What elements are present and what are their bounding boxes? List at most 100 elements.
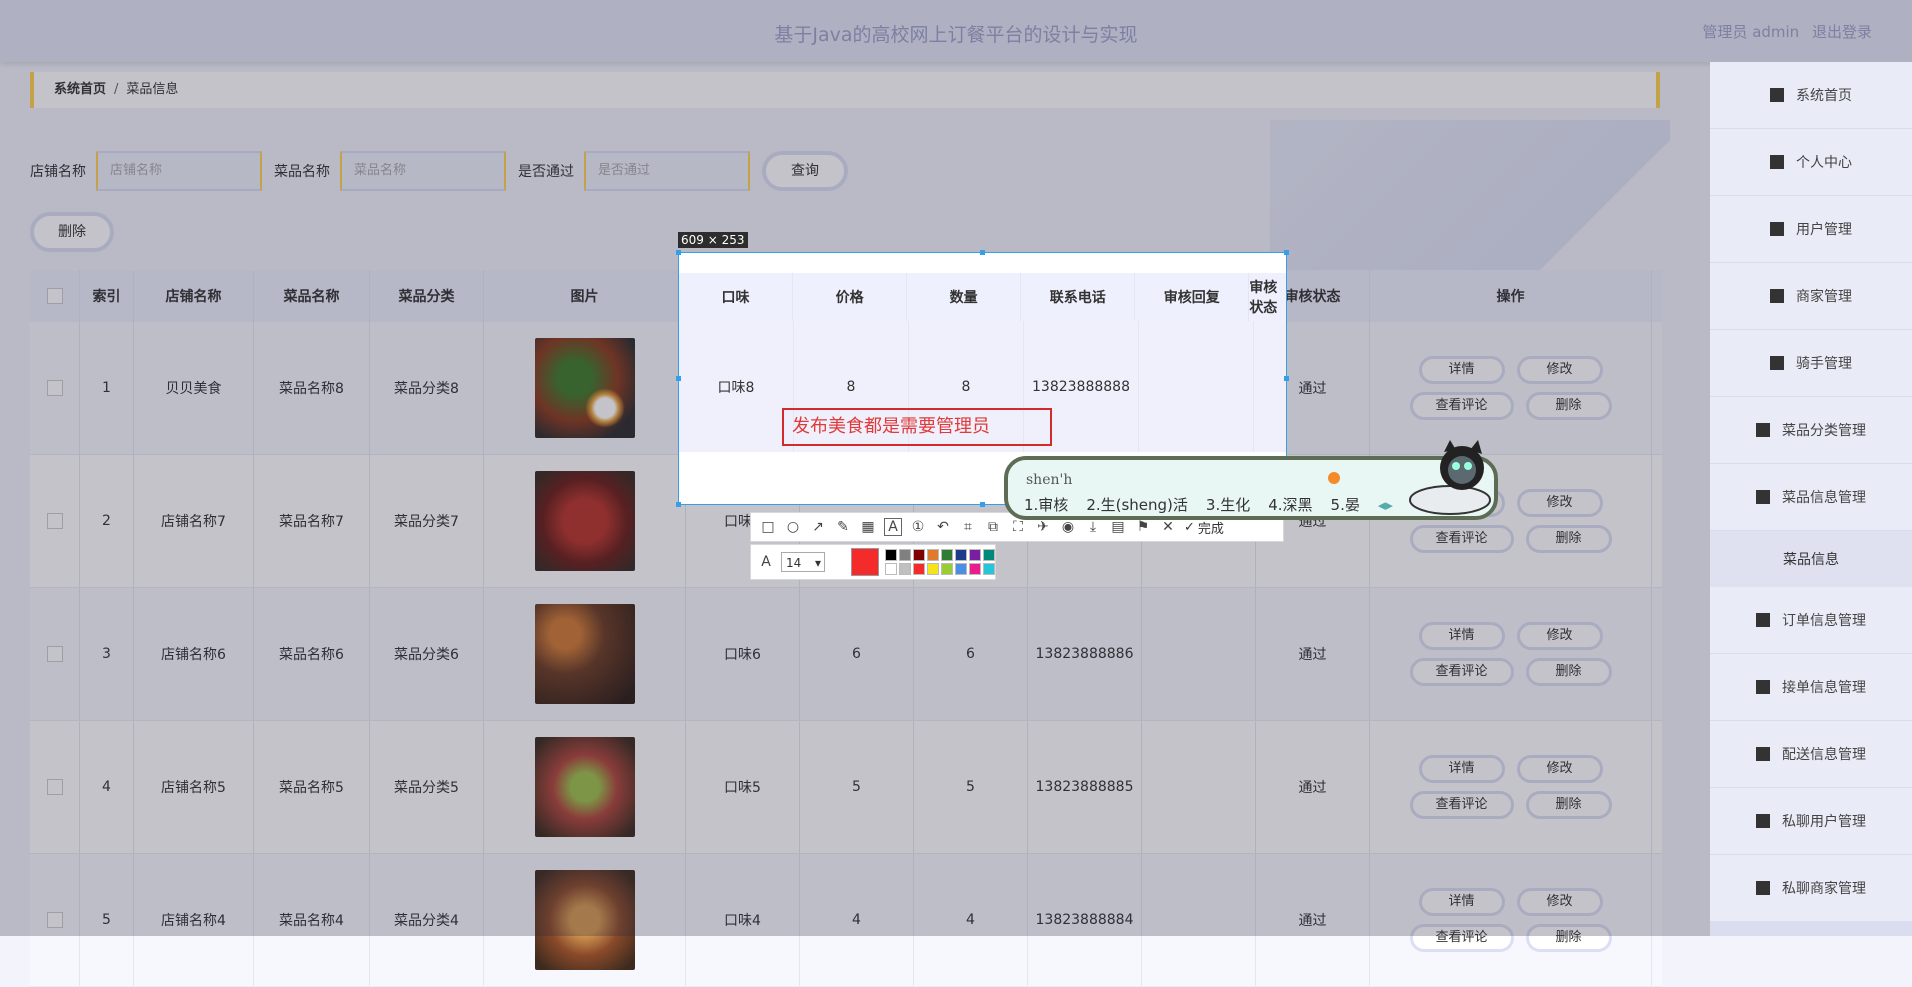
capture-handle-tr[interactable] bbox=[1284, 250, 1289, 255]
capture-handle-tm[interactable] bbox=[980, 250, 985, 255]
color-palette bbox=[885, 549, 995, 575]
color-swatch[interactable] bbox=[927, 563, 939, 575]
sidebar-item[interactable]: 订单信息管理 bbox=[1710, 587, 1912, 654]
ellipse-tool-icon[interactable]: ○ bbox=[784, 518, 802, 536]
mosaic-tool-icon[interactable]: ▦ bbox=[859, 518, 877, 536]
color-swatch[interactable] bbox=[927, 549, 939, 561]
sidebar-item[interactable]: 接单信息管理 bbox=[1710, 654, 1912, 721]
arrow-tool-icon[interactable]: ↗ bbox=[809, 518, 827, 536]
clipboard-check-icon bbox=[1756, 747, 1770, 761]
pen-tool-icon[interactable]: ✎ bbox=[834, 518, 852, 536]
sidebar-item[interactable]: 骑手管理 bbox=[1710, 330, 1912, 397]
user-icon bbox=[1770, 155, 1784, 169]
bookmark-icon[interactable]: ⚑ bbox=[1134, 518, 1152, 536]
color-swatch[interactable] bbox=[983, 563, 995, 575]
color-swatch[interactable] bbox=[885, 549, 897, 561]
color-swatch[interactable] bbox=[955, 563, 967, 575]
done-button[interactable]: ✓ 完成 bbox=[1184, 518, 1224, 537]
color-swatch[interactable] bbox=[913, 563, 925, 575]
sidebar-item-label: 用户管理 bbox=[1796, 222, 1852, 238]
pin-icon[interactable]: ✈ bbox=[1034, 518, 1052, 536]
sidebar-item[interactable]: 菜品分类管理 bbox=[1710, 397, 1912, 464]
sidebar-item-label: 私聊商家管理 bbox=[1782, 881, 1866, 897]
sidebar-item[interactable]: 个人中心 bbox=[1710, 129, 1912, 196]
ime-candidate[interactable]: 3.生化 bbox=[1206, 496, 1250, 514]
color-swatch[interactable] bbox=[885, 563, 897, 575]
capture-handle-mr[interactable] bbox=[1284, 376, 1289, 381]
text-style-toolbar: A 14 ▾ bbox=[750, 544, 996, 580]
color-swatch[interactable] bbox=[899, 549, 911, 561]
font-size-value: 14 bbox=[786, 556, 802, 570]
sidebar-item-label: 订单信息管理 bbox=[1782, 613, 1866, 629]
ime-candidate[interactable]: 5.晏 bbox=[1331, 496, 1360, 514]
color-swatch[interactable] bbox=[941, 563, 953, 575]
download-icon[interactable]: ⤓ bbox=[1084, 518, 1102, 536]
ime-logo-icon bbox=[1328, 472, 1340, 484]
capture-header-phone: 联系电话 bbox=[1021, 273, 1136, 321]
ime-candidate[interactable]: 2.生(sheng)活 bbox=[1086, 496, 1188, 514]
color-swatch[interactable] bbox=[899, 563, 911, 575]
sidebar-item[interactable]: 商家管理 bbox=[1710, 263, 1912, 330]
sidebar-item-label: 接单信息管理 bbox=[1782, 680, 1866, 696]
crop-icon[interactable]: ⌗ bbox=[959, 518, 977, 536]
capture-handle-bl[interactable] bbox=[676, 502, 681, 507]
ime-mascot-icon bbox=[1409, 440, 1491, 515]
color-swatch[interactable] bbox=[983, 549, 995, 561]
font-size-select[interactable]: 14 ▾ bbox=[781, 552, 825, 572]
grid-icon bbox=[1756, 881, 1770, 895]
annotation-text-box[interactable]: 发布美食都是需要管理员 bbox=[782, 408, 1052, 446]
capture-cell-taste: 口味8 bbox=[679, 321, 794, 452]
color-swatch[interactable] bbox=[969, 549, 981, 561]
color-swatch[interactable] bbox=[969, 563, 981, 575]
color-swatch[interactable] bbox=[955, 549, 967, 561]
sidebar-item-label: 系统首页 bbox=[1796, 88, 1852, 104]
ime-composition: shen'h bbox=[1026, 472, 1073, 488]
ime-candidates: 1.审核 2.生(sheng)活 3.生化 4.深黑 5.晏 ◂▸ bbox=[1024, 494, 1411, 515]
scan-icon[interactable]: ⛶ bbox=[1009, 518, 1027, 536]
capture-handle-tl[interactable] bbox=[676, 250, 681, 255]
sliders-icon bbox=[1770, 222, 1784, 236]
sidebar-sub-item-dish-info[interactable]: 菜品信息 bbox=[1710, 531, 1912, 587]
copy-icon[interactable]: ⧉ bbox=[984, 518, 1002, 536]
ime-candidate[interactable]: 1.审核 bbox=[1024, 496, 1068, 514]
sidebar-item[interactable]: 用户管理 bbox=[1710, 196, 1912, 263]
capture-handle-ml[interactable] bbox=[676, 376, 681, 381]
chevron-down-icon: ▾ bbox=[814, 556, 821, 570]
apps-icon bbox=[1756, 680, 1770, 694]
ime-page-arrows-icon[interactable]: ◂▸ bbox=[1378, 496, 1393, 514]
sidebar-item-label: 个人中心 bbox=[1796, 155, 1852, 171]
capture-header-taste: 口味 bbox=[679, 273, 794, 321]
grid-icon bbox=[1756, 613, 1770, 627]
grid-icon bbox=[1770, 356, 1784, 370]
sidebar-item[interactable]: 系统首页 bbox=[1710, 62, 1912, 129]
close-icon[interactable]: ✕ bbox=[1159, 518, 1177, 536]
rectangle-tool-icon[interactable]: □ bbox=[759, 518, 777, 536]
sidebar-item-label: 骑手管理 bbox=[1796, 356, 1852, 372]
sidebar-item-label: 菜品分类管理 bbox=[1782, 423, 1866, 439]
text-tool-icon[interactable]: A bbox=[884, 518, 902, 536]
sidebar-item[interactable]: 私聊商家管理 bbox=[1710, 855, 1912, 922]
sidebar-item-label: 私聊用户管理 bbox=[1782, 814, 1866, 830]
sidebar-item[interactable]: 菜品信息管理 bbox=[1710, 464, 1912, 531]
grid-icon bbox=[1756, 490, 1770, 504]
record-icon[interactable]: ◉ bbox=[1059, 518, 1077, 536]
capture-size-label: 609 × 253 bbox=[678, 232, 748, 248]
done-label: 完成 bbox=[1197, 521, 1224, 537]
capture-header-quantity: 数量 bbox=[907, 273, 1022, 321]
ime-candidate[interactable]: 4.深黑 bbox=[1268, 496, 1312, 514]
sidebar-item-label: 商家管理 bbox=[1796, 289, 1852, 305]
capture-header-reply: 审核回复 bbox=[1135, 273, 1250, 321]
number-tool-icon[interactable]: ① bbox=[909, 518, 927, 536]
color-swatch[interactable] bbox=[913, 549, 925, 561]
sidebar-item[interactable]: 配送信息管理 bbox=[1710, 721, 1912, 788]
undo-icon[interactable]: ↶ bbox=[934, 518, 952, 536]
sidebar-item[interactable]: 私聊用户管理 bbox=[1710, 788, 1912, 855]
sidebar-item-label: 配送信息管理 bbox=[1782, 747, 1866, 763]
capture-handle-bm[interactable] bbox=[980, 502, 985, 507]
check-icon: ✓ bbox=[1184, 519, 1195, 535]
current-color-swatch[interactable] bbox=[851, 548, 879, 576]
clipboard-icon bbox=[1756, 814, 1770, 828]
capture-table-header: 口味 价格 数量 联系电话 审核回复 审核状态 bbox=[679, 273, 1286, 321]
color-swatch[interactable] bbox=[941, 549, 953, 561]
save-icon[interactable]: ▤ bbox=[1109, 518, 1127, 536]
